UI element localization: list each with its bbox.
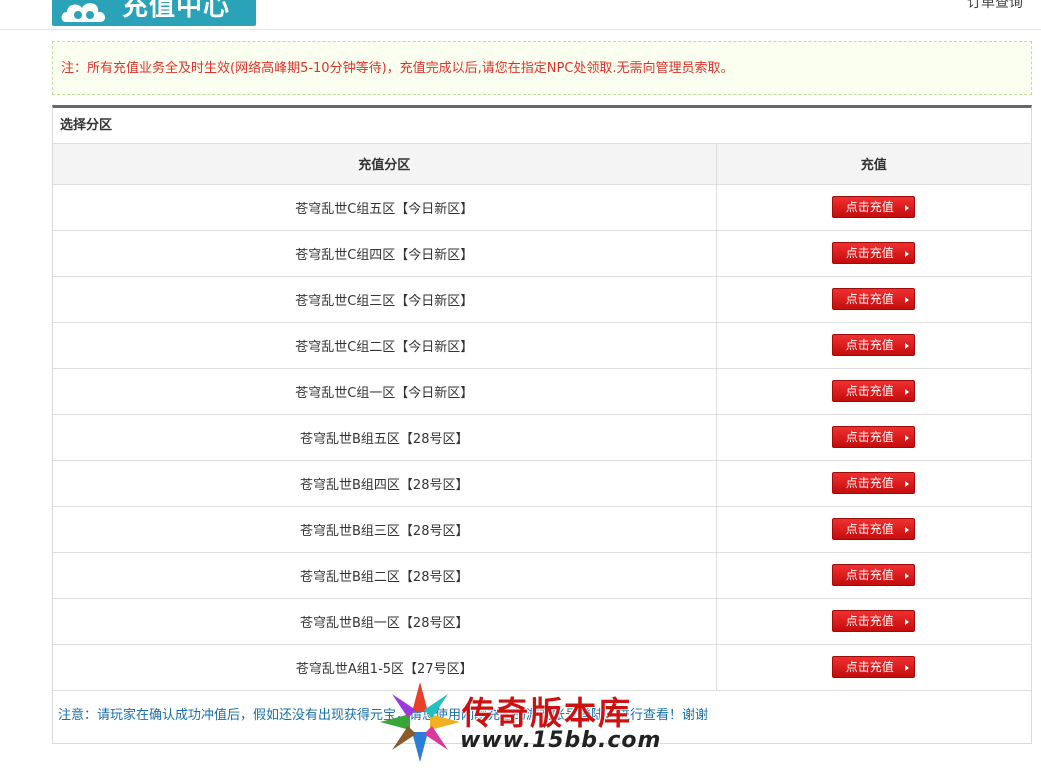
zone-name: 苍穹乱世C组二区【今日新区】: [53, 322, 717, 369]
panel-title: 选择分区: [53, 108, 1031, 144]
recharge-button-label: 点击充值: [845, 292, 894, 306]
footer-note: 注意：请玩家在确认成功冲值后，假如还没有出现获得元宝，请您使用刚刚充值的游戏帐号…: [58, 708, 709, 723]
recharge-button-label: 点击充值: [845, 246, 894, 260]
recharge-cell: 点击充值: [716, 598, 1031, 645]
recharge-button[interactable]: 点击充值: [832, 472, 916, 494]
recharge-cell: 点击充值: [716, 230, 1031, 277]
recharge-button[interactable]: 点击充值: [832, 656, 916, 678]
recharge-cell: 点击充值: [716, 506, 1031, 553]
table-row: 苍穹乱世B组四区【28号区】 点击充值: [53, 460, 1031, 507]
recharge-button-label: 点击充值: [845, 522, 894, 536]
recharge-button[interactable]: 点击充值: [832, 380, 916, 402]
recharge-button[interactable]: 点击充值: [832, 610, 916, 632]
recharge-button-label: 点击充值: [845, 614, 894, 628]
recharge-cell: 点击充值: [716, 184, 1031, 231]
recharge-button-label: 点击充值: [845, 476, 894, 490]
recharge-cell: 点击充值: [716, 460, 1031, 507]
table-row: 苍穹乱世C组五区【今日新区】 点击充值: [53, 184, 1031, 231]
recharge-button[interactable]: 点击充值: [832, 242, 916, 264]
recharge-button-label: 点击充值: [845, 200, 894, 214]
arrow-right-icon: [905, 619, 910, 625]
table-row: 苍穹乱世B组三区【28号区】 点击充值: [53, 506, 1031, 553]
recharge-button[interactable]: 点击充值: [832, 196, 916, 218]
recharge-notice: 注：所有充值业务全及时生效(网络高峰期5-10分钟等待)，充值完成以后,请您在指…: [52, 41, 1032, 95]
zone-name: 苍穹乱世B组三区【28号区】: [53, 506, 717, 553]
zone-name: 苍穹乱世B组二区【28号区】: [53, 552, 717, 599]
recharge-cell: 点击充值: [716, 368, 1031, 415]
column-header-recharge: 充值: [716, 144, 1031, 185]
recharge-button[interactable]: 点击充值: [832, 518, 916, 540]
zone-name: 苍穹乱世C组五区【今日新区】: [53, 184, 717, 231]
cloud-logo-icon: [61, 3, 106, 23]
recharge-cell: 点击充值: [716, 644, 1031, 691]
table-row: 苍穹乱世B组一区【28号区】 点击充值: [53, 598, 1031, 645]
table-row: 苍穹乱世B组二区【28号区】 点击充值: [53, 552, 1031, 599]
recharge-cell: 点击充值: [716, 322, 1031, 369]
zone-table: 充值分区 充值 苍穹乱世C组五区【今日新区】 点击充值 苍穹乱世C组四区【今日新区】…: [53, 144, 1031, 691]
recharge-button[interactable]: 点击充值: [832, 564, 916, 586]
zone-name: 苍穹乱世C组四区【今日新区】: [53, 230, 717, 277]
table-row: 苍穹乱世C组二区【今日新区】 点击充值: [53, 322, 1031, 369]
recharge-button[interactable]: 点击充值: [832, 334, 916, 356]
table-row: 苍穹乱世C组三区【今日新区】 点击充值: [53, 276, 1031, 323]
recharge-button[interactable]: 点击充值: [832, 426, 916, 448]
recharge-center-logo[interactable]: 充值中心: [52, 0, 256, 26]
zone-name: 苍穹乱世B组五区【28号区】: [53, 414, 717, 461]
arrow-right-icon: [905, 297, 910, 303]
zone-name: 苍穹乱世C组三区【今日新区】: [53, 276, 717, 323]
logo-text: 充值中心: [122, 0, 231, 22]
recharge-button[interactable]: 点击充值: [832, 288, 916, 310]
recharge-cell: 点击充值: [716, 552, 1031, 599]
arrow-right-icon: [905, 205, 910, 211]
recharge-button-label: 点击充值: [845, 338, 894, 352]
table-row: 苍穹乱世C组一区【今日新区】 点击充值: [53, 368, 1031, 415]
zone-name: 苍穹乱世A组1-5区【27号区】: [53, 644, 717, 691]
top-header: 充值中心 订单查询: [0, 0, 1041, 30]
recharge-cell: 点击充值: [716, 414, 1031, 461]
table-row: 苍穹乱世C组四区【今日新区】 点击充值: [53, 230, 1031, 277]
table-row: 苍穹乱世A组1-5区【27号区】 点击充值: [53, 644, 1031, 691]
arrow-right-icon: [905, 343, 910, 349]
arrow-right-icon: [905, 527, 910, 533]
recharge-button-label: 点击充值: [845, 660, 894, 674]
arrow-right-icon: [905, 251, 910, 257]
zone-select-panel: 选择分区 充值分区 充值 苍穹乱世C组五区【今日新区】 点击充值 苍穹乱世C组四区【…: [52, 105, 1032, 744]
arrow-right-icon: [905, 573, 910, 579]
zone-name: 苍穹乱世C组一区【今日新区】: [53, 368, 717, 415]
table-header-row: 充值分区 充值: [53, 144, 1031, 185]
order-query-link[interactable]: 订单查询: [967, 0, 1023, 12]
arrow-right-icon: [905, 481, 910, 487]
recharge-button-label: 点击充值: [845, 430, 894, 444]
arrow-right-icon: [905, 435, 910, 441]
recharge-cell: 点击充值: [716, 276, 1031, 323]
arrow-right-icon: [905, 665, 910, 671]
recharge-button-label: 点击充值: [845, 384, 894, 398]
arrow-right-icon: [905, 389, 910, 395]
column-header-zone: 充值分区: [53, 144, 717, 185]
table-row: 苍穹乱世B组五区【28号区】 点击充值: [53, 414, 1031, 461]
recharge-button-label: 点击充值: [845, 568, 894, 582]
zone-name: 苍穹乱世B组四区【28号区】: [53, 460, 717, 507]
zone-name: 苍穹乱世B组一区【28号区】: [53, 598, 717, 645]
